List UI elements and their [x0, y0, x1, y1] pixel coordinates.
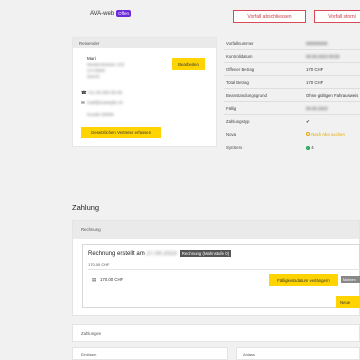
invoice-title: Rechnung erstellt am 27.00.2023 Rechnung…: [88, 250, 232, 257]
reporter-name: Muri: [87, 56, 96, 61]
cancel-case-button[interactable]: Vorfall storni: [314, 10, 360, 23]
add-representative-button[interactable]: Gesetzlichen Vertreter erfassen: [81, 127, 161, 138]
reporter-card: Reisender Muri Musterstrasse 123 CH-8000…: [72, 37, 217, 147]
phone-icon: ☎: [81, 90, 87, 95]
reminder-button[interactable]: Mahnen: [341, 276, 360, 283]
reporter-address-1: Musterstrasse 123: [87, 62, 125, 67]
new-invoice-button[interactable]: Neue: [336, 296, 360, 308]
synserv-status: ✓ 4: [306, 145, 314, 150]
reporter-address-3: Zürich: [87, 74, 100, 79]
detail-value: 00.00.2023 00:00: [306, 54, 340, 59]
app-title: AVA-web Offen: [90, 10, 132, 17]
invoice-panel-header[interactable]: Rechnung: [73, 221, 359, 239]
detail-value: 170 CHF: [306, 80, 324, 85]
invoice-date: 27.00.2023: [146, 250, 177, 257]
extend-due-date-button[interactable]: Fälligkeitsdatum verlängern: [269, 274, 338, 286]
detail-label: Fällig: [226, 106, 237, 111]
invoice-icon: ▤: [92, 277, 97, 282]
status-badge: Offen: [116, 10, 132, 17]
reporter-email: mail@example.ch: [87, 100, 123, 105]
occasion-card: Anlass: [236, 347, 360, 360]
reporter-header: Reisender: [73, 38, 216, 48]
detail-row-control-date: Kontrolldatum 00.00.2023 00:00: [224, 50, 360, 63]
detail-value: 170 CHF: [306, 67, 324, 72]
reporter-address-2: CH-8000: [87, 68, 106, 73]
detail-row-total-amount: Total Betrag 170 CHF: [224, 76, 360, 89]
detail-row-payment-type: Zahlungstyp ✔: [224, 115, 360, 128]
detail-row-synserv: SynServ ✓ 4: [224, 141, 360, 154]
invoice-amount: 170.00 CHF: [100, 277, 124, 282]
detail-label: Nova: [226, 132, 237, 137]
search-icon: [306, 132, 310, 136]
reporter-extra: Kunde 00000: [87, 112, 114, 117]
detail-label: Vorfallnummer: [226, 41, 254, 46]
detail-row-reason: Beanstandungsgrund Ohne gültigen Fahraus…: [224, 89, 360, 102]
payments-header[interactable]: Zahlungen: [72, 324, 360, 342]
detail-label: Kontrolldatum: [226, 54, 253, 59]
detail-value: 000000000: [306, 41, 328, 46]
payment-section-title: Zahlung: [72, 203, 100, 212]
detail-row-due: Fällig 00.00.2023: [224, 102, 360, 115]
synserv-count: 4: [311, 145, 314, 150]
detail-label: Zahlungstyp: [226, 119, 250, 124]
divider: [88, 269, 360, 270]
edit-reporter-button[interactable]: Bearbeiten: [172, 58, 205, 70]
mail-icon: ✉: [81, 100, 85, 105]
check-icon: ✔: [306, 119, 310, 124]
redeem-card: Einlösen: [72, 347, 228, 360]
close-case-button[interactable]: Vorfall abschliessen: [233, 10, 306, 23]
nova-search-label: Nach Abo suchen: [311, 132, 345, 137]
detail-value: Ohne gültigen Fahrausweis: [306, 93, 359, 98]
detail-label: SynServ: [226, 145, 243, 150]
invoice-title-text: Rechnung erstellt am: [88, 250, 145, 257]
detail-row-open-amount: Offener Betrag 170 CHF: [224, 63, 360, 76]
detail-label: Offener Betrag: [226, 67, 255, 72]
invoice-amount-summary: 170.00 CHF: [88, 262, 110, 267]
detail-label: Beanstandungsgrund: [226, 93, 267, 98]
detail-label: Total Betrag: [226, 80, 249, 85]
invoice-status-badge: Rechnung (Mahnstufe 0): [179, 250, 232, 257]
reporter-phone: +41 00 000 00 00: [87, 90, 123, 95]
detail-row-case-number: Vorfallnummer 000000000: [224, 37, 360, 50]
nova-search-link[interactable]: Nach Abo suchen: [306, 132, 345, 137]
check-circle-icon: ✓: [306, 146, 310, 150]
detail-value: 00.00.2023: [306, 106, 328, 111]
app-title-text: AVA-web: [90, 10, 115, 17]
detail-row-nova: Nova Nach Abo suchen: [224, 128, 360, 141]
